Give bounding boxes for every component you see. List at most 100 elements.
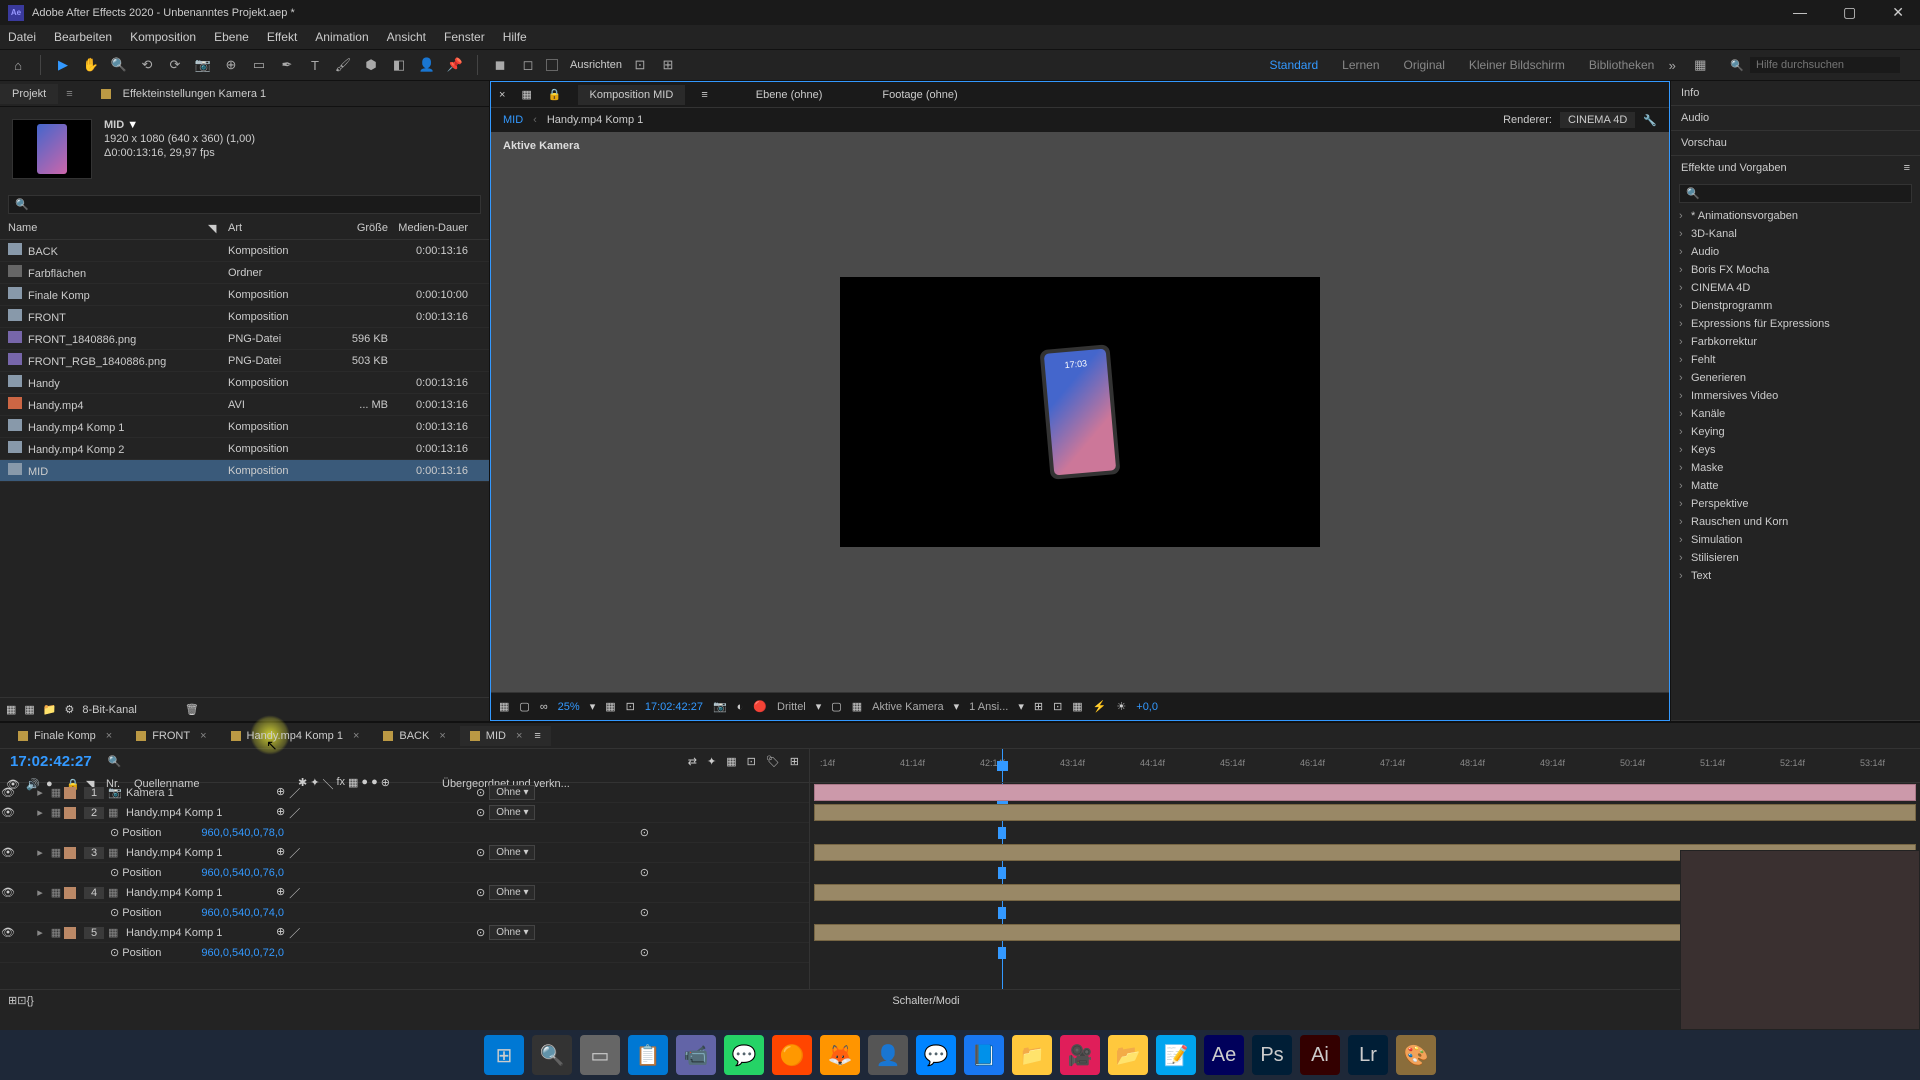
effect-controls-tab[interactable]: Effekteinstellungen Kamera 1 <box>111 84 279 104</box>
effect-category[interactable]: Maske <box>1671 459 1920 477</box>
new-folder-icon[interactable]: 📁 <box>43 703 57 716</box>
taskbar-app-1[interactable]: 🔍 <box>532 1035 572 1075</box>
pan-behind-tool[interactable]: ⊕ <box>221 55 241 75</box>
col-name[interactable]: Name <box>8 222 208 235</box>
camera-dropdown[interactable]: Aktive Kamera <box>872 701 944 713</box>
new-comp-icon[interactable]: ▦ <box>24 703 34 716</box>
project-item[interactable]: MIDKomposition0:00:13:16 <box>0 460 489 482</box>
tl-tool5-icon[interactable]: 🏷 <box>766 755 780 768</box>
keyframe-marker[interactable] <box>998 827 1006 839</box>
vf-3d-icon[interactable]: ▦ <box>1072 700 1082 713</box>
effect-category[interactable]: Stilisieren <box>1671 549 1920 567</box>
taskbar-app-15[interactable]: Ae <box>1204 1035 1244 1075</box>
menu-ebene[interactable]: Ebene <box>214 30 249 44</box>
effect-category[interactable]: Kanäle <box>1671 405 1920 423</box>
workspace-kleiner bildschirm[interactable]: Kleiner Bildschirm <box>1469 58 1565 72</box>
project-search[interactable]: 🔍 <box>8 195 481 214</box>
effect-category[interactable]: Immersives Video <box>1671 387 1920 405</box>
vf-draft-icon[interactable]: ⚡ <box>1093 700 1107 713</box>
renderer-settings-icon[interactable]: 🔧 <box>1643 114 1657 127</box>
position-property[interactable]: ⊙ Position960,0,540,0,76,0⊙ <box>0 863 809 883</box>
tl-tool6-icon[interactable]: ⊞ <box>790 755 799 768</box>
snapshot-icon[interactable]: 📷 <box>713 700 727 713</box>
vf-grid-icon[interactable]: ▦ <box>499 700 509 713</box>
layer-tab[interactable]: Ebene (ohne) <box>744 85 835 105</box>
workspace-more-icon[interactable]: » <box>1662 55 1682 75</box>
effect-category[interactable]: Dienstprogramm <box>1671 297 1920 315</box>
tl-f2-icon[interactable]: ⊡ <box>17 994 26 1007</box>
effect-category[interactable]: Matte <box>1671 477 1920 495</box>
taskbar-app-10[interactable]: 📘 <box>964 1035 1004 1075</box>
bit-depth[interactable]: 8-Bit-Kanal <box>82 704 136 716</box>
viewer-timecode[interactable]: 17:02:42:27 <box>645 701 703 713</box>
minimize-button[interactable]: — <box>1785 2 1815 23</box>
position-property[interactable]: ⊙ Position960,0,540,0,74,0⊙ <box>0 903 809 923</box>
effects-search[interactable]: 🔍 <box>1679 184 1912 203</box>
interpret-icon[interactable]: ▦ <box>6 703 16 716</box>
res-dd-icon[interactable]: ▾ <box>816 700 822 713</box>
timeline-search-icon[interactable]: 🔍 <box>108 755 122 768</box>
layer-bar[interactable] <box>814 804 1916 821</box>
taskbar-app-5[interactable]: 💬 <box>724 1035 764 1075</box>
effect-category[interactable]: Audio <box>1671 243 1920 261</box>
info-panel[interactable]: Info <box>1671 81 1920 105</box>
puppet-tool[interactable]: 📌 <box>445 55 465 75</box>
taskbar-app-14[interactable]: 📝 <box>1156 1035 1196 1075</box>
zoom-dropdown-icon[interactable]: ▾ <box>590 700 596 713</box>
keyframe-marker[interactable] <box>998 867 1006 879</box>
workspace-lernen[interactable]: Lernen <box>1342 58 1379 72</box>
camera-tool[interactable]: 📷 <box>193 55 213 75</box>
taskbar-app-4[interactable]: 📹 <box>676 1035 716 1075</box>
tl-tool4-icon[interactable]: ⊡ <box>747 755 756 768</box>
vf-res-icon[interactable]: ▦ <box>605 700 615 713</box>
layer-bar[interactable] <box>814 784 1916 801</box>
resolution-dropdown[interactable]: Drittel <box>777 701 806 713</box>
comp-lock-icon[interactable]: 🔒 <box>548 88 562 101</box>
switch-modes[interactable]: Schalter/Modi <box>892 995 959 1007</box>
settings-icon[interactable]: ⚙ <box>65 703 75 716</box>
project-item[interactable]: Handy.mp4AVI... MB0:00:13:16 <box>0 394 489 416</box>
project-tab[interactable]: Projekt <box>0 84 58 104</box>
tl-tool2-icon[interactable]: ✦ <box>707 755 716 768</box>
effect-category[interactable]: Rauschen und Korn <box>1671 513 1920 531</box>
effect-category[interactable]: Fehlt <box>1671 351 1920 369</box>
effect-category[interactable]: Generieren <box>1671 369 1920 387</box>
playhead[interactable] <box>1002 749 1003 782</box>
taskbar-app-8[interactable]: 👤 <box>868 1035 908 1075</box>
cam-dd-icon[interactable]: ▾ <box>954 700 960 713</box>
keyframe-marker[interactable] <box>998 947 1006 959</box>
project-tab-menu[interactable]: ≡ <box>58 84 80 104</box>
col-art[interactable]: Art <box>228 222 328 235</box>
brush-tool[interactable]: 🖌 <box>333 55 353 75</box>
layer-row[interactable]: 👁▸▦1📷Kamera 1⊕／⊙Ohne ▾ <box>0 783 809 803</box>
menu-datei[interactable]: Datei <box>8 30 36 44</box>
menu-fenster[interactable]: Fenster <box>444 30 485 44</box>
clone-tool[interactable]: ⬢ <box>361 55 381 75</box>
timeline-timecode[interactable]: 17:02:42:27 <box>10 753 92 770</box>
taskbar-app-12[interactable]: 🎥 <box>1060 1035 1100 1075</box>
vf-crop-icon[interactable]: ⊡ <box>626 700 635 713</box>
taskbar-app-2[interactable]: ▭ <box>580 1035 620 1075</box>
vf-toggle-icon[interactable]: ∞ <box>540 701 548 713</box>
zoom-tool[interactable]: 🔍 <box>109 55 129 75</box>
tl-tool1-icon[interactable]: ⇄ <box>688 755 697 768</box>
help-search-input[interactable] <box>1750 57 1900 73</box>
project-item[interactable]: FRONTKomposition0:00:13:16 <box>0 306 489 328</box>
vf-px-icon[interactable]: ⊞ <box>1034 700 1043 713</box>
taskbar-app-16[interactable]: Ps <box>1252 1035 1292 1075</box>
taskbar-app-7[interactable]: 🦊 <box>820 1035 860 1075</box>
roto-tool[interactable]: 👤 <box>417 55 437 75</box>
shape-tool[interactable]: ▭ <box>249 55 269 75</box>
effect-category[interactable]: Text <box>1671 567 1920 585</box>
effect-category[interactable]: Simulation <box>1671 531 1920 549</box>
layer-row[interactable]: 👁▸▦5▦Handy.mp4 Komp 1⊕／⊙Ohne ▾ <box>0 923 809 943</box>
project-item[interactable]: HandyKomposition0:00:13:16 <box>0 372 489 394</box>
effect-category[interactable]: Keys <box>1671 441 1920 459</box>
rotate-tool[interactable]: ⟳ <box>165 55 185 75</box>
maximize-button[interactable]: ▢ <box>1835 2 1864 23</box>
pen-tool[interactable]: ✒ <box>277 55 297 75</box>
menu-animation[interactable]: Animation <box>315 30 368 44</box>
timeline-tab[interactable]: BACK× <box>373 726 455 746</box>
project-item[interactable]: FRONT_1840886.pngPNG-Datei596 KB <box>0 328 489 350</box>
hand-tool[interactable]: ✋ <box>81 55 101 75</box>
